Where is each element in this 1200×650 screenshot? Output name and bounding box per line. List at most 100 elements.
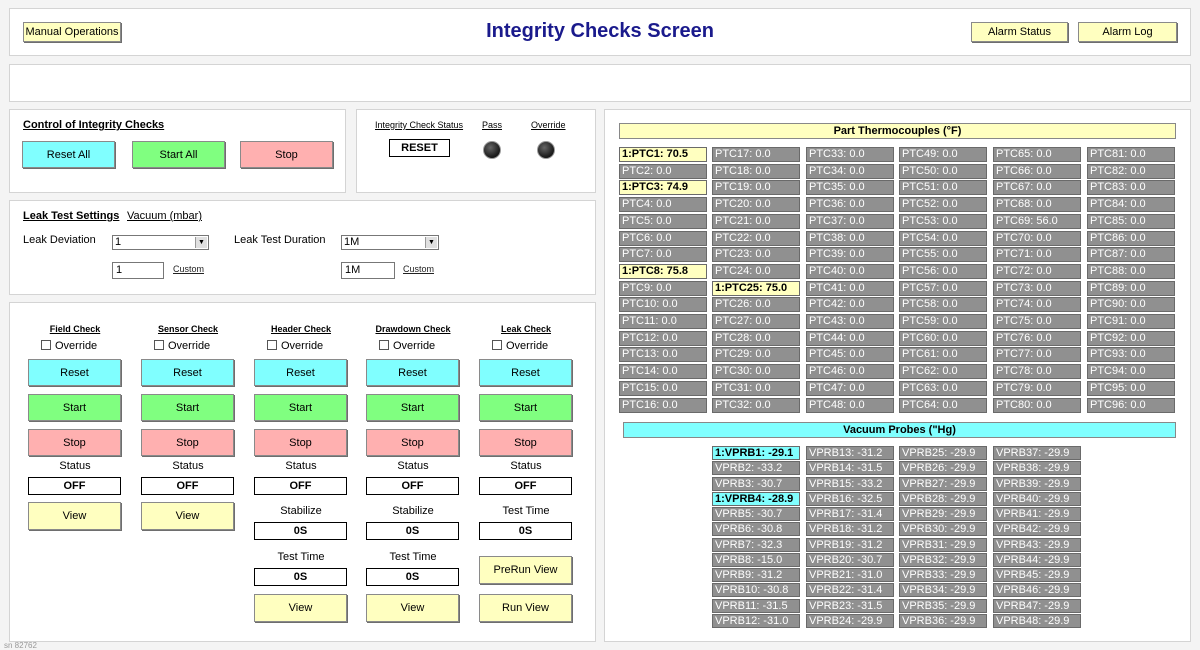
stop-all-button[interactable]: Stop [240,141,333,168]
start-all-button[interactable]: Start All [132,141,225,168]
alarm-status-button[interactable]: Alarm Status [971,22,1068,42]
vacuum-probe-cell: VPRB40: -29.9 [993,491,1081,506]
vacuum-probe-cell: VPRB15: -33.2 [806,476,894,491]
reset-button[interactable]: Reset [479,359,572,386]
thermocouple-cell: PTC57: 0.0 [899,280,987,296]
manual-operations-button[interactable]: Manual Operations [23,22,121,42]
chevron-down-icon[interactable]: ▼ [425,237,437,248]
chevron-down-icon[interactable]: ▼ [195,237,207,248]
stabilize-value: 0S [366,522,459,540]
leak-deviation-custom-link[interactable]: Custom [173,264,204,274]
thermocouple-cell: PTC44: 0.0 [806,330,894,346]
view-button[interactable]: View [141,502,234,530]
vacuum-probe-cell: 1:VPRB4: -28.9 [712,491,800,506]
vacuum-probe-cell: VPRB7: -32.3 [712,537,800,552]
leak-duration-dropdown[interactable]: 1M ▼ [341,235,439,250]
thermocouple-cell: PTC50: 0.0 [899,163,987,179]
vacuum-probe-cell: VPRB33: -29.9 [899,568,987,582]
thermocouple-cell: 1:PTC8: 75.8 [619,263,707,279]
thermocouple-cell: PTC61: 0.0 [899,347,987,363]
override-checkbox[interactable]: Override [41,340,97,352]
thermocouple-cell: PTC19: 0.0 [712,180,800,196]
start-button[interactable]: Start [141,394,234,421]
override-checkbox[interactable]: Override [379,340,435,352]
thermocouple-cell: PTC91: 0.0 [1087,314,1175,329]
run-view-button[interactable]: Run View [479,594,572,622]
vacuum-probe-cell: VPRB38: -29.9 [993,461,1081,476]
reset-button[interactable]: Reset [28,359,121,386]
thermocouple-cell: PTC46: 0.0 [806,364,894,380]
thermocouple-cell: PTC7: 0.0 [619,247,707,263]
checkbox-square[interactable] [379,340,389,350]
thermocouple-cell: PTC56: 0.0 [899,263,987,279]
status-value: OFF [141,477,234,495]
thermocouple-cell: PTC89: 0.0 [1087,280,1175,296]
start-button[interactable]: Start [479,394,572,421]
checkbox-square[interactable] [267,340,277,350]
checkbox-square[interactable] [41,340,51,350]
thermocouple-cell: PTC35: 0.0 [806,180,894,196]
reset-button[interactable]: Reset [366,359,459,386]
view-button[interactable]: View [254,594,347,622]
reset-all-button[interactable]: Reset All [22,141,115,168]
thermocouple-cell: PTC85: 0.0 [1087,213,1175,229]
stop-button[interactable]: Stop [366,429,459,456]
page-title: Integrity Checks Screen [486,20,714,42]
thermocouple-cell: PTC16: 0.0 [619,397,707,413]
start-button[interactable]: Start [28,394,121,421]
vacuum-probe-cell: VPRB22: -31.4 [806,583,894,598]
thermocouple-cell: PTC13: 0.0 [619,347,707,363]
thermocouple-cell: PTC72: 0.0 [993,263,1081,279]
override-label: Override [506,340,549,352]
thermocouple-cell: 1:PTC1: 70.5 [619,147,707,162]
start-button[interactable]: Start [254,394,347,421]
vacuum-probe-cell: VPRB39: -29.9 [993,476,1081,491]
check-title: Leak Check [500,324,552,334]
thermocouple-cell: PTC40: 0.0 [806,263,894,279]
thermocouple-cell: PTC43: 0.0 [806,314,894,329]
override-checkbox[interactable]: Override [267,340,323,352]
vacuum-probe-cell: VPRB45: -29.9 [993,568,1081,582]
stop-button[interactable]: Stop [254,429,347,456]
alarm-log-button[interactable]: Alarm Log [1078,22,1177,42]
vacuum-probe-cell: VPRB35: -29.9 [899,598,987,613]
reset-button[interactable]: Reset [141,359,234,386]
thermocouple-cell: PTC66: 0.0 [993,163,1081,179]
stop-button[interactable]: Stop [141,429,234,456]
test-time-value: 0S [479,522,572,540]
leak-duration-custom-link[interactable]: Custom [403,264,434,274]
thermocouple-cell: PTC15: 0.0 [619,380,707,396]
override-checkbox[interactable]: Override [154,340,210,352]
override-label: Override [55,340,98,352]
thermocouple-cell: PTC11: 0.0 [619,314,707,329]
thermocouple-cell: PTC33: 0.0 [806,147,894,162]
override-label: Override [281,340,324,352]
message-bar [9,64,1191,102]
leak-deviation-dropdown[interactable]: 1 ▼ [112,235,209,250]
stop-button[interactable]: Stop [479,429,572,456]
status-value: OFF [254,477,347,495]
vacuum-probe-cell: VPRB16: -32.5 [806,491,894,506]
view-button[interactable]: View [28,502,121,530]
override-checkbox[interactable]: Override [492,340,548,352]
thermocouple-cell: PTC79: 0.0 [993,380,1081,396]
thermocouple-cell: PTC78: 0.0 [993,364,1081,380]
thermocouple-cell: PTC26: 0.0 [712,297,800,313]
leak-deviation-custom-input[interactable]: 1 [112,262,164,279]
reset-button[interactable]: Reset [254,359,347,386]
vacuum-header: Vacuum Probes ("Hg) [623,422,1176,438]
thermocouple-cell: PTC23: 0.0 [712,247,800,263]
integrity-status-value: RESET [389,139,450,157]
start-button[interactable]: Start [366,394,459,421]
vacuum-probe-cell: VPRB19: -31.2 [806,537,894,552]
thermocouple-cell: PTC22: 0.0 [712,230,800,246]
leak-duration-custom-input[interactable]: 1M [341,262,395,279]
stop-button[interactable]: Stop [28,429,121,456]
prerun-view-button[interactable]: PreRun View [479,556,572,584]
thermocouple-cell: PTC88: 0.0 [1087,263,1175,279]
check-title: Drawdown Check [375,324,451,334]
view-button[interactable]: View [366,594,459,622]
checkbox-square[interactable] [492,340,502,350]
checkbox-square[interactable] [154,340,164,350]
thermocouple-cell: PTC59: 0.0 [899,314,987,329]
